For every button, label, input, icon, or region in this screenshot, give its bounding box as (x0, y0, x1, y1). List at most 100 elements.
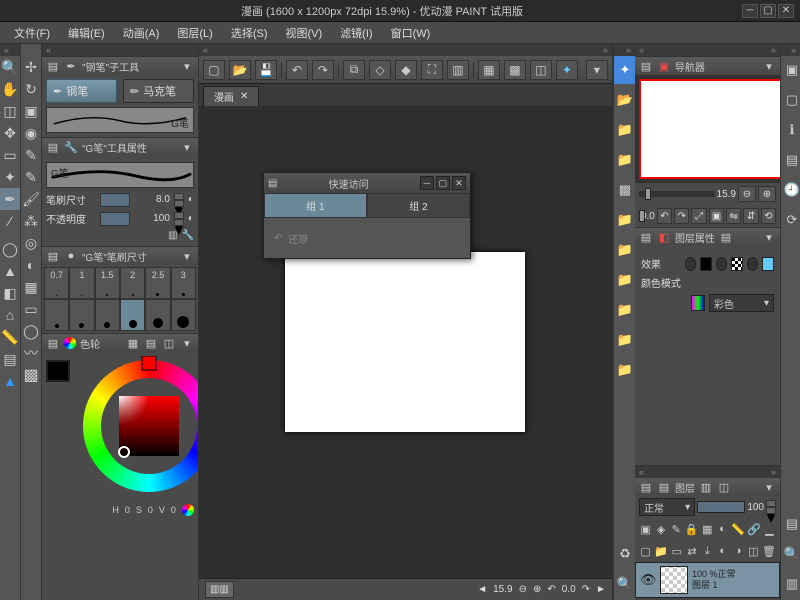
collapse-toggle-vstrip[interactable]: » (614, 44, 635, 56)
panel-opts-icon[interactable]: ▾ (762, 480, 776, 494)
menu-edit[interactable]: 编辑(E) (60, 23, 113, 43)
new-doc-icon[interactable]: ▢ (203, 60, 225, 80)
color-tab-icon[interactable]: ◫ (162, 336, 176, 350)
brushsize-cell[interactable] (171, 299, 196, 331)
layer-lock-icon[interactable]: 🔒 (685, 521, 699, 537)
collapse-right-mid[interactable]: « » (635, 466, 780, 478)
opacity-pressure-icon[interactable]: ◐ (188, 213, 194, 224)
dialog-close-icon[interactable]: ✕ (452, 176, 466, 190)
doc-tab-close-icon[interactable]: ✕ (240, 91, 248, 102)
toolprops-stroke-preview[interactable]: G笔 (46, 162, 194, 188)
marquee-tool-icon[interactable]: ▭ (0, 144, 20, 166)
subtool-pen-button[interactable]: ✒钢笔 (46, 79, 117, 103)
brushsize-cell[interactable] (120, 299, 145, 331)
balloon-tool-icon[interactable]: ◯ (21, 320, 41, 342)
dialog-titlebar[interactable]: ▤ 快速访问 ─ ▢ ✕ (264, 173, 470, 193)
assist-icon[interactable]: ✦ (556, 60, 578, 80)
applymask-icon[interactable]: ◑ (731, 543, 744, 559)
airbrush-tool-icon[interactable]: ⁂ (21, 210, 41, 232)
effect-tone-toggle[interactable] (716, 257, 728, 271)
guide-icon[interactable]: ◫ (530, 60, 552, 80)
fill-icon[interactable]: ◆ (395, 60, 417, 80)
layers-tab-icon[interactable]: ▥ (699, 480, 713, 494)
vtab-folder-icon[interactable]: 📁 (614, 326, 636, 354)
layer-opacity-stepper[interactable]: ▴▾ (766, 500, 776, 514)
nav-rot-right-icon[interactable]: ↷ (674, 208, 689, 224)
toolprops-wrench-icon[interactable]: 🔧 (181, 230, 193, 242)
lasso-tool-icon[interactable]: ◉ (21, 122, 41, 144)
panel-opts-icon[interactable]: ▾ (180, 59, 194, 73)
toolprops-header[interactable]: ▤ 🔧 "G笔"工具属性 ▾ (42, 138, 198, 156)
vtab-folder-icon[interactable]: 📁 (614, 356, 636, 384)
transfer-icon[interactable]: ⇄ (685, 543, 698, 559)
dialog-tab-2[interactable]: 组 2 (367, 193, 470, 218)
brushsize-header[interactable]: ▤ ● "G笔"笔刷尺寸 ▾ (42, 247, 198, 265)
status-zoom-in-icon[interactable]: ⊕ (533, 584, 541, 595)
vtab-auto-icon[interactable]: ⟳ (781, 206, 800, 234)
clear-icon[interactable]: ◇ (369, 60, 391, 80)
toolbar-menu-icon[interactable]: ▾ (586, 60, 608, 80)
restore-icon[interactable]: ↶ (274, 233, 282, 244)
layer-item[interactable]: 👁 100 %正常 图层 1 (635, 562, 780, 598)
layers-tab-icon[interactable]: ◫ (717, 480, 731, 494)
layer-blend-select[interactable]: 正常 (639, 498, 695, 516)
undo-icon[interactable]: ↶ (286, 60, 308, 80)
swatch-checker[interactable]: ▩ (21, 364, 41, 386)
layer-mask-icon[interactable]: ◐ (716, 521, 729, 537)
bucket-tool-icon[interactable]: ▲ (0, 260, 20, 282)
zoom-tool-icon[interactable]: 🔍 (0, 56, 20, 78)
effect-color-swatch[interactable] (762, 257, 774, 271)
canvas[interactable] (285, 252, 525, 432)
panel-opts-icon[interactable]: ▾ (762, 59, 776, 73)
layer-visibility-icon[interactable]: 👁 (640, 572, 656, 588)
merge-icon[interactable]: ⤓ (701, 543, 714, 559)
color-picker-icon[interactable] (182, 504, 194, 516)
layer-ruler-icon[interactable]: 📏 (731, 521, 745, 537)
panel-menu-icon[interactable]: ▤ (639, 59, 653, 73)
brushsize-cell[interactable]: 2 (120, 267, 145, 299)
new-folder-icon[interactable]: 📁 (654, 543, 668, 559)
vtab-info-icon[interactable]: ℹ (781, 116, 800, 144)
collapse-toggle-left[interactable]: « (0, 44, 20, 56)
status-rot-right-icon[interactable]: ↷ (582, 584, 590, 595)
layer-link-icon[interactable]: 🔗 (747, 521, 761, 537)
linecorrect-tool-icon[interactable]: 〰 (21, 342, 41, 364)
menu-window[interactable]: 窗口(W) (383, 23, 439, 43)
opacity-slider[interactable] (100, 212, 130, 226)
selectpen-tool-icon[interactable]: ✎ (21, 144, 41, 166)
layer-draft-icon[interactable]: ✎ (670, 521, 683, 537)
effect-color-toggle[interactable] (747, 257, 759, 271)
maximize-button[interactable]: ▢ (760, 4, 776, 18)
brushsize-cell[interactable]: 3 (171, 267, 196, 299)
vtab-pattern-icon[interactable]: ▩ (614, 176, 636, 204)
layer-lockpx-icon[interactable]: ▦ (701, 521, 714, 537)
rotate-tool-icon[interactable]: ↻ (21, 78, 41, 100)
layer-list[interactable]: 👁 100 %正常 图层 1 (635, 562, 780, 600)
mask-icon[interactable]: ◐ (716, 543, 729, 559)
menu-select[interactable]: 选择(S) (223, 23, 276, 43)
panel-opts-icon[interactable]: ▾ (762, 230, 776, 244)
navigator-preview[interactable] (639, 79, 780, 179)
vtab-folder-icon[interactable]: 📁 (614, 206, 636, 234)
color-tab-icon[interactable]: ▤ (144, 336, 158, 350)
vtab-search-icon[interactable]: 🔍 (781, 540, 800, 568)
delete-layer-icon[interactable]: 🗑 (762, 543, 776, 559)
brush-size-stepper[interactable]: ▴▾ (174, 193, 184, 207)
navigator-body[interactable] (635, 75, 780, 183)
text-tool-icon[interactable]: ⌂ (0, 304, 20, 326)
status-right-icon[interactable]: ► (596, 584, 606, 595)
panel-opts-icon[interactable]: ▾ (180, 140, 194, 154)
layerprops-tab-icon[interactable]: ▤ (719, 230, 733, 244)
brush-size-slider[interactable] (100, 193, 130, 207)
transform-icon[interactable]: ⛶ (421, 60, 443, 80)
brushsize-cell[interactable] (145, 299, 170, 331)
pen-tool-icon[interactable]: ✒ (0, 188, 20, 210)
stroke-preview[interactable]: G笔 (46, 107, 194, 133)
colormode-select[interactable]: 彩色 (709, 294, 774, 312)
toolprops-save-icon[interactable]: ▥ (168, 230, 177, 242)
figure-tool-icon[interactable]: ◯ (0, 238, 20, 260)
menu-anim[interactable]: 动画(A) (115, 23, 168, 43)
ruler-icon[interactable]: ◫ (747, 543, 760, 559)
vtab-folder-icon[interactable]: 📁 (614, 146, 636, 174)
canvas-area[interactable]: ▤ 快速访问 ─ ▢ ✕ 组 1 组 2 ↶ 还原 (199, 106, 612, 578)
